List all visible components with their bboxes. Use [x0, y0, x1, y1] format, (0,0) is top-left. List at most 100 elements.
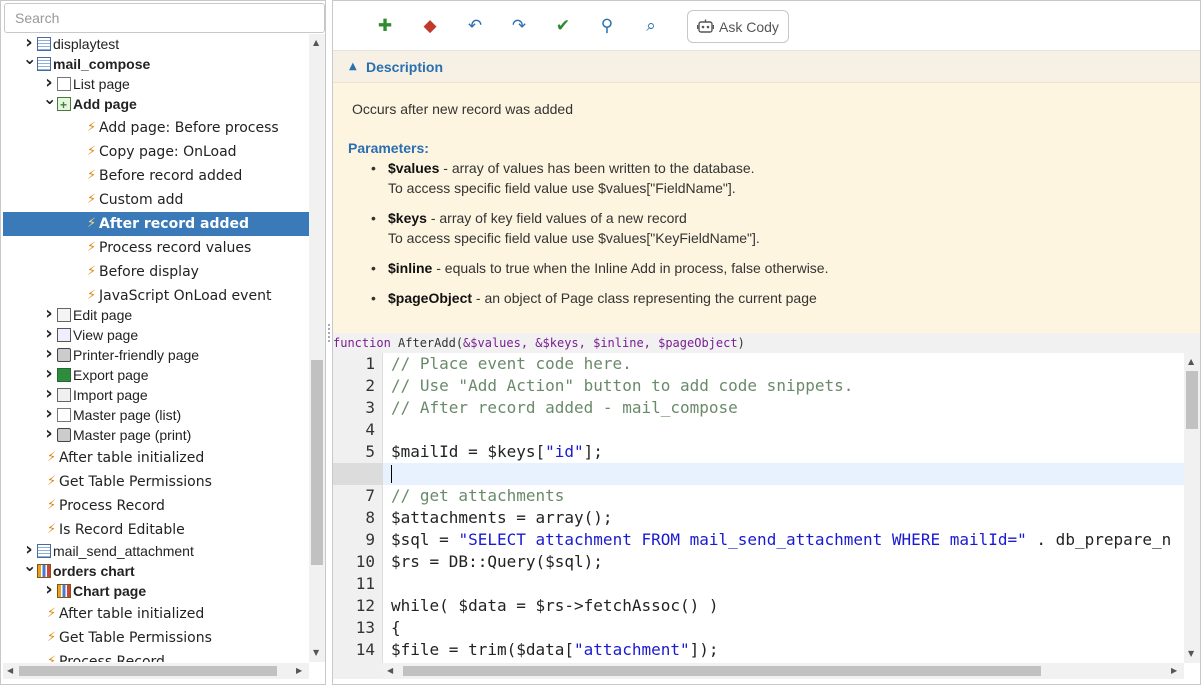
tree-item[interactable]: ⚡ Get Table Permissions — [3, 626, 309, 650]
tree-item[interactable]: ⚡ Process Record — [3, 494, 309, 518]
code-line[interactable]: $mailId = $keys["id"]; — [391, 441, 603, 463]
editor-scroll-left-icon[interactable]: ◀ — [387, 666, 393, 676]
event-icon: ⚡ — [47, 474, 57, 489]
tree-item-label: Chart page — [73, 583, 147, 599]
tree-item-label: Process record values — [99, 240, 252, 256]
description-header[interactable]: ▲ Description — [333, 51, 1200, 83]
tree-item[interactable]: ⚡ After record added — [3, 212, 309, 236]
line-number-gutter: 123456789101112131415 — [333, 353, 383, 663]
parameter-text: - array of values has been written to th… — [439, 160, 755, 176]
tree-item[interactable]: › Master page (list) — [3, 404, 309, 425]
tree-item[interactable]: › Master page (print) — [3, 424, 309, 445]
code-line[interactable]: // Place event code here. — [391, 353, 632, 375]
code-line[interactable]: $attachments = array(); — [391, 507, 613, 529]
binoculars-icon[interactable]: ⌕ — [637, 12, 665, 40]
check-icon[interactable]: ✔ — [549, 12, 577, 40]
tree-item-label: Printer-friendly page — [73, 347, 200, 363]
tree-item[interactable]: ⚡ Copy page: OnLoad — [3, 140, 309, 164]
chevron-right-icon[interactable]: › — [43, 344, 55, 364]
tree-item[interactable]: ⚡ After table initialized — [3, 602, 309, 626]
search-input[interactable] — [4, 3, 325, 33]
editor-scroll-down-icon[interactable]: ▼ — [1188, 649, 1194, 659]
chevron-right-icon[interactable]: › — [43, 580, 55, 600]
tree-item[interactable]: ⚡ Is Record Editable — [3, 518, 309, 542]
scroll-left-arrow-icon[interactable]: ◀ — [7, 666, 13, 676]
event-icon: ⚡ — [87, 120, 97, 135]
chart-icon — [37, 564, 51, 578]
editor-horizontal-scroll-thumb[interactable] — [403, 666, 1041, 676]
editor-scroll-right-icon[interactable]: ▶ — [1171, 666, 1177, 676]
code-line[interactable]: // Use "Add Action" button to add code s… — [391, 375, 853, 397]
chevron-down-icon[interactable]: ⌄ — [43, 89, 56, 109]
collapse-caret-icon[interactable]: ▲ — [349, 61, 357, 72]
tree-item[interactable]: ⌄ orders chart — [3, 556, 309, 581]
tree-item[interactable]: ⚡ Before display — [3, 260, 309, 284]
chevron-right-icon[interactable]: › — [43, 404, 55, 424]
undo-icon[interactable]: ↶ — [461, 12, 489, 40]
search-icon[interactable]: ⚲ — [593, 12, 621, 40]
event-description: Occurs after new record was added — [352, 101, 573, 117]
tree-item-label: Add page — [73, 96, 137, 112]
add-icon[interactable]: ✚ — [371, 12, 399, 40]
tree-item[interactable]: › displaytest — [3, 34, 309, 54]
line-number: 10 — [355, 552, 375, 571]
tree-item[interactable]: ⚡ Before record added — [3, 164, 309, 188]
tree-item[interactable]: › Printer-friendly page — [3, 344, 309, 365]
tree-item-label: Get Table Permissions — [59, 630, 212, 646]
tree-item[interactable]: ⚡ Custom add — [3, 188, 309, 212]
code-line[interactable]: $rs = DB::Query($sql); — [391, 551, 603, 573]
function-name: AfterAdd( — [390, 336, 464, 350]
tree-item[interactable]: ⚡ Add page: Before process — [3, 116, 309, 140]
tree-vertical-scrollbar[interactable]: ▲ ▼ — [309, 34, 325, 662]
tree-item[interactable]: › Chart page — [3, 580, 309, 601]
chevron-right-icon[interactable]: › — [43, 424, 55, 444]
editor-vertical-scroll-thumb[interactable] — [1186, 371, 1198, 429]
tree-item[interactable]: › Export page — [3, 364, 309, 385]
function-signature: function AfterAdd(&$values, &$keys, $inl… — [333, 333, 1200, 353]
scroll-up-arrow-icon[interactable]: ▲ — [313, 38, 319, 48]
scroll-right-arrow-icon[interactable]: ▶ — [296, 666, 302, 676]
tree-item[interactable]: ⚡ After table initialized — [3, 446, 309, 470]
chevron-down-icon[interactable]: ⌄ — [23, 556, 36, 576]
event-icon: ⚡ — [47, 450, 57, 465]
chevron-right-icon[interactable]: › — [43, 304, 55, 324]
code-line[interactable]: while( $data = $rs->fetchAssoc() ) — [391, 595, 719, 617]
tree-item[interactable]: ⚡ Get Table Permissions — [3, 470, 309, 494]
project-tree-panel: ›displaytest⌄mail_compose›List page⌄Add … — [0, 0, 326, 685]
code-line[interactable]: { — [391, 617, 401, 639]
tree-item[interactable]: › Import page — [3, 384, 309, 405]
tree-item[interactable]: ⌄ mail_compose — [3, 49, 309, 74]
line-number: 1 — [365, 354, 375, 373]
code-line[interactable]: // get attachments — [391, 485, 564, 507]
tree-item-label: Add page: Before process — [99, 120, 279, 136]
tree-item-label: Copy page: OnLoad — [99, 144, 237, 160]
tree-item[interactable]: ⌄ Add page — [3, 89, 309, 115]
tree-item[interactable]: › mail_send_attachment — [3, 540, 309, 561]
scroll-down-arrow-icon[interactable]: ▼ — [313, 648, 319, 658]
tree-horizontal-scrollbar[interactable]: ◀ ▶ — [3, 663, 309, 679]
code-editor[interactable]: 123456789101112131415 // Place event cod… — [333, 353, 1184, 663]
tree-item[interactable]: ⚡ Process record values — [3, 236, 309, 260]
chevron-down-icon[interactable]: ⌄ — [23, 49, 36, 69]
tree-item-label: mail_send_attachment — [53, 543, 194, 559]
chevron-right-icon[interactable]: › — [43, 384, 55, 404]
chevron-right-icon[interactable]: › — [43, 324, 55, 344]
tree-item-label: Export page — [73, 367, 149, 383]
robot-icon — [697, 19, 714, 33]
code-line[interactable]: // After record added - mail_compose — [391, 397, 738, 419]
editor-scroll-up-icon[interactable]: ▲ — [1188, 357, 1194, 367]
eraser-icon[interactable]: ◆ — [416, 12, 444, 40]
tree-item[interactable]: › View page — [3, 324, 309, 345]
editor-vertical-scrollbar[interactable]: ▲ ▼ — [1184, 353, 1200, 663]
chevron-right-icon[interactable]: › — [43, 364, 55, 384]
tree-vertical-scroll-thumb[interactable] — [311, 360, 323, 565]
redo-icon[interactable]: ↷ — [505, 12, 533, 40]
ask-cody-button[interactable]: Ask Cody — [687, 10, 789, 43]
code-line[interactable]: $file = trim($data["attachment"]); — [391, 639, 719, 661]
editor-horizontal-scrollbar[interactable]: ◀ ▶ — [383, 663, 1184, 679]
parameter-item: • $inline - equals to true when the Inlin… — [371, 258, 828, 278]
tree-item[interactable]: › Edit page — [3, 304, 309, 325]
tree-horizontal-scroll-thumb[interactable] — [19, 666, 277, 676]
code-line[interactable]: $sql = "SELECT attachment FROM mail_send… — [391, 529, 1171, 551]
tree-item[interactable]: ⚡ Process Record — [3, 650, 309, 662]
